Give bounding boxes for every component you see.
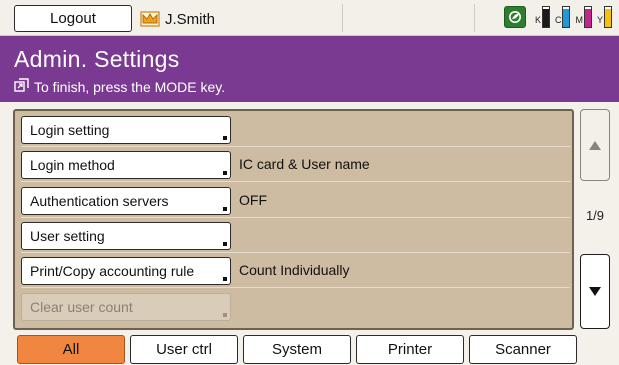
setting-label: Clear user count [30, 298, 133, 315]
setting-row: Login setting [21, 113, 570, 147]
status-divider [474, 4, 475, 32]
toner-gauge [583, 6, 592, 28]
status-bar: Logout J.Smith K C M Y [0, 0, 619, 36]
setting-row: Clear user count [21, 290, 570, 324]
setting-label: Login setting [30, 122, 110, 138]
submenu-corner-icon [223, 206, 227, 211]
setting-value: Count Individually [239, 262, 350, 279]
toner-fill [542, 9, 549, 27]
toner-fill [605, 9, 611, 27]
setting-value: IC card & User name [239, 156, 370, 173]
tab-printer[interactable]: Printer [356, 335, 464, 364]
settings-list: Login setting Login method IC card & User … [13, 109, 574, 330]
setting-button[interactable]: Authentication servers [21, 186, 231, 215]
setting-label: User setting [30, 227, 105, 244]
toner-label: M [575, 15, 583, 25]
setting-label: Print/Copy accounting rule [30, 263, 195, 280]
user-name: J.Smith [165, 10, 216, 28]
setting-row: Print/Copy accounting rule Count Individu… [21, 254, 570, 289]
setting-row: User setting [21, 219, 570, 253]
toner-label: Y [596, 15, 603, 25]
page-instruction: To finish, press the MODE key. [14, 78, 225, 95]
toner-label: C [554, 15, 562, 25]
toner-gauge [604, 6, 612, 28]
mode-key-icon [14, 78, 29, 95]
toner-levels: KCMY [503, 6, 612, 28]
current-user: J.Smith [140, 7, 215, 31]
toner-fill [563, 9, 570, 27]
setting-button: Clear user count [21, 292, 231, 321]
eco-mode-icon [503, 6, 526, 28]
setting-button[interactable]: User setting [21, 221, 231, 250]
submenu-corner-icon [223, 277, 227, 282]
tab-scanner[interactable]: Scanner [469, 335, 577, 364]
scroll-down-button[interactable] [580, 254, 610, 329]
logout-button[interactable]: Logout [14, 5, 132, 32]
setting-label: Login method [30, 157, 115, 174]
setting-row: Login method IC card & User name [21, 148, 570, 183]
page-indicator: 1/9 [585, 208, 605, 223]
setting-button[interactable]: Login setting [21, 116, 231, 144]
page-subtitle: To finish, press the MODE key. [34, 78, 226, 95]
setting-row: Authentication servers OFF [21, 184, 570, 218]
page-header: Admin. Settings To finish, press the MOD… [0, 36, 619, 102]
tab-user-ctrl[interactable]: User ctrl [130, 335, 238, 364]
admin-crown-icon [140, 11, 160, 27]
setting-button[interactable]: Print/Copy accounting rule [21, 257, 231, 286]
setting-button[interactable]: Login method [21, 151, 231, 180]
tab-system[interactable]: System [243, 335, 351, 364]
status-divider [342, 4, 343, 32]
scroll-up-button[interactable] [580, 109, 610, 181]
tab-all[interactable]: All [17, 335, 125, 364]
toner-gauge [562, 6, 571, 28]
setting-label: Authentication servers [30, 192, 169, 209]
submenu-corner-icon [223, 241, 227, 246]
setting-value: OFF [239, 191, 267, 208]
submenu-corner-icon [223, 136, 227, 140]
page-title: Admin. Settings [14, 46, 180, 72]
category-tabs: All User ctrl System Printer Scanner [0, 335, 619, 365]
submenu-corner-icon [223, 312, 227, 317]
toner-label: K [534, 15, 541, 25]
triangle-down-icon [589, 287, 601, 296]
toner-fill [584, 9, 591, 27]
submenu-corner-icon [223, 171, 227, 176]
triangle-up-icon [589, 140, 601, 150]
toner-gauge [541, 6, 550, 28]
